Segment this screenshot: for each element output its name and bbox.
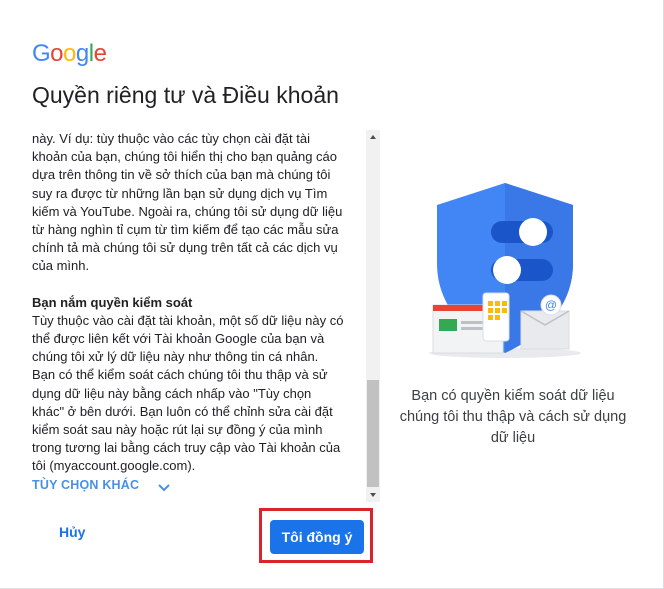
illustration-caption: Bạn có quyền kiểm soát dữ liệu chúng tôi…	[399, 388, 627, 446]
scroll-up-arrow-icon[interactable]	[366, 130, 380, 144]
logo-letter: e	[93, 40, 107, 67]
terms-scrollbar[interactable]	[366, 130, 380, 502]
terms-text: này. Ví dụ: tùy thuộc vào các tùy chọn c…	[32, 130, 344, 476]
google-logo: Google	[32, 40, 107, 67]
page-title: Quyền riêng tư và Điều khoản	[32, 82, 339, 108]
privacy-shield-illustration: @	[425, 175, 585, 365]
logo-letter: g	[75, 40, 89, 67]
logo-letter: o	[63, 40, 76, 67]
chevron-down-icon[interactable]	[157, 480, 171, 492]
logo-letter: G	[32, 40, 51, 67]
more-options-toggle[interactable]: TÙY CHỌN KHÁC	[32, 478, 171, 492]
logo-letter: o	[50, 40, 64, 67]
terms-paragraph: này. Ví dụ: tùy thuộc vào các tùy chọn c…	[32, 131, 343, 274]
terms-section-heading: Bạn nắm quyền kiểm soát	[32, 294, 193, 310]
terms-scroll-area[interactable]: này. Ví dụ: tùy thuộc vào các tùy chọn c…	[32, 130, 380, 502]
cancel-button[interactable]: Hủy	[59, 524, 85, 540]
scroll-down-arrow-icon[interactable]	[366, 488, 380, 502]
terms-paragraph: Tùy thuộc vào cài đặt tài khoản, một số …	[32, 312, 344, 474]
agree-button-highlight: Tôi đồng ý	[259, 508, 373, 563]
scrollbar-thumb[interactable]	[367, 380, 379, 487]
agree-button[interactable]: Tôi đồng ý	[270, 520, 364, 554]
more-options-label[interactable]: TÙY CHỌN KHÁC	[32, 478, 139, 492]
svg-text:@: @	[545, 298, 557, 312]
